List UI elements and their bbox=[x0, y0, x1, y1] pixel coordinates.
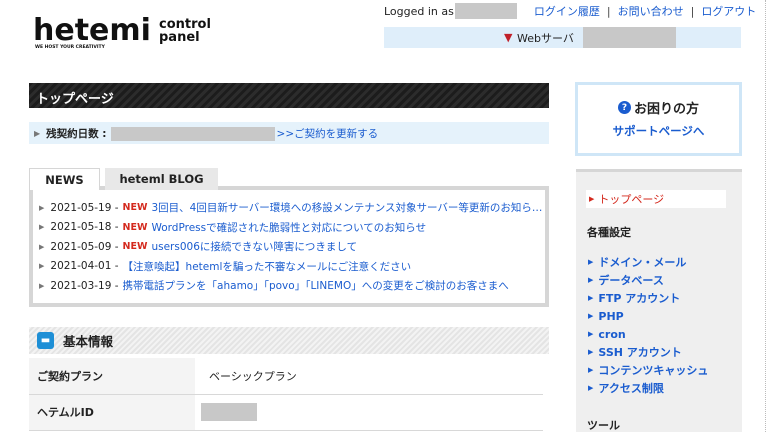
heteml-id-value bbox=[195, 394, 543, 431]
redacted-heteml-id bbox=[201, 403, 257, 421]
triangle-right-icon: ▶ bbox=[39, 242, 45, 251]
logged-in-label: Logged in as bbox=[384, 4, 454, 18]
login-history-link[interactable]: ログイン履歴 bbox=[534, 3, 600, 19]
tab-news[interactable]: NEWS bbox=[29, 168, 100, 191]
sidebar-item-label: FTP アカウント bbox=[598, 292, 681, 305]
section-settings: 各種設定 bbox=[587, 226, 631, 239]
triangle-right-icon: ▶ bbox=[39, 262, 45, 271]
triangle-right-icon: ▶ bbox=[34, 129, 41, 138]
news-item[interactable]: ▶ 2021-05-18 - NEW WordPressで確認された脆弱性と対応… bbox=[39, 218, 545, 238]
triangle-right-icon: ▶ bbox=[588, 384, 594, 392]
window-edge bbox=[765, 0, 766, 432]
news-title-link[interactable]: 携帯電話プランを「ahamo」「povo」「LINEMO」への変更をご検討のお客… bbox=[123, 278, 509, 293]
sidebar-item-domain-mail[interactable]: ▶ ドメイン・メール bbox=[588, 253, 742, 271]
basic-info-title: 基本情報 bbox=[63, 334, 114, 349]
sidebar-item-php[interactable]: ▶ PHP bbox=[588, 307, 742, 325]
server-bar: ▼ Webサーバ bbox=[384, 27, 741, 48]
basic-info-table: ご契約プラン ベーシックプラン ヘテムルID bbox=[29, 358, 543, 431]
help-title: お困りの方 bbox=[633, 102, 699, 117]
remaining-days-bar: ▶ 残契約日数 : >>ご契約を更新する bbox=[29, 122, 549, 144]
logo-tagline: WE HOST YOUR CREATIVITY bbox=[35, 44, 106, 50]
news-date: 2021-05-19 - bbox=[50, 201, 119, 214]
new-badge: NEW bbox=[122, 241, 148, 253]
basic-info-header: ▬ 基本情報 bbox=[29, 327, 549, 354]
contract-plan-value: ベーシックプラン bbox=[195, 358, 543, 395]
sidebar-item-ssh[interactable]: ▶ SSH アカウント bbox=[588, 343, 742, 361]
news-item[interactable]: ▶ 2021-05-19 - NEW 3回目、4回目新サーバー環境への移設メンテ… bbox=[39, 198, 545, 218]
header-links: Logged in as ログイン履歴 | お問い合わせ | ログアウト bbox=[384, 3, 756, 19]
news-title-link[interactable]: 3回目、4回目新サーバー環境への移設メンテナンス対象サーバー等更新のお知ら… bbox=[151, 200, 542, 215]
sidebar-item-label: データベース bbox=[598, 274, 664, 287]
triangle-right-icon: ▶ bbox=[588, 348, 594, 356]
logo-panel: panel bbox=[159, 30, 200, 45]
sidebar-item-database[interactable]: ▶ データベース bbox=[588, 271, 742, 289]
news-date: 2021-04-01 - bbox=[50, 260, 119, 273]
news-item[interactable]: ▶ 2021-04-01 - 【注意喚起】hetemlを騙った不審なメールにご注… bbox=[39, 257, 545, 277]
server-label: Webサーバ bbox=[517, 32, 574, 45]
triangle-right-icon: ▶ bbox=[588, 276, 594, 284]
sidebar-item-label: ドメイン・メール bbox=[598, 256, 687, 269]
sidebar-item-access-control[interactable]: ▶ アクセス制限 bbox=[588, 379, 742, 397]
chat-bubble-icon: ▬ bbox=[37, 332, 54, 349]
renew-contract-link[interactable]: >>ご契約を更新する bbox=[277, 126, 379, 141]
support-page-link[interactable]: サポートページへ bbox=[578, 123, 739, 139]
news-date: 2021-05-09 - bbox=[50, 240, 119, 253]
hetemi-logo[interactable]: hetemi WE HOST YOUR CREATIVITY control p… bbox=[33, 14, 248, 50]
help-box: ? お困りの方 サポートページへ bbox=[575, 82, 742, 156]
flag-icon: ▼ bbox=[504, 31, 513, 44]
settings-menu: ▶ ドメイン・メール ▶ データベース ▶ FTP アカウント ▶ PHP ▶ cron … bbox=[588, 253, 742, 397]
triangle-right-icon: ▶ bbox=[589, 195, 595, 203]
sidebar-item-label: cron bbox=[598, 327, 626, 341]
sidebar: ▶ トップページ 各種設定 ▶ ドメイン・メール ▶ データベース ▶ FTP アカウ… bbox=[576, 169, 742, 432]
sidebar-item-ftp[interactable]: ▶ FTP アカウント bbox=[588, 289, 742, 307]
contract-plan-label: ご契約プラン bbox=[29, 358, 195, 395]
separator: | bbox=[690, 4, 695, 18]
sidebar-item-label: トップページ bbox=[598, 193, 665, 206]
remaining-days-label: 残契約日数 : bbox=[46, 128, 107, 140]
new-badge: NEW bbox=[122, 221, 148, 233]
heteml-id-label: ヘテムルID bbox=[29, 394, 195, 431]
triangle-right-icon: ▶ bbox=[588, 258, 594, 266]
triangle-right-icon: ▶ bbox=[39, 281, 45, 290]
triangle-right-icon: ▶ bbox=[588, 312, 594, 320]
sidebar-item-content-cache[interactable]: ▶ コンテンツキャッシュ bbox=[588, 361, 742, 379]
table-row: ご契約プラン ベーシックプラン bbox=[29, 358, 543, 395]
page-title: トップページ bbox=[29, 83, 549, 108]
triangle-right-icon: ▶ bbox=[39, 223, 45, 232]
sidebar-item-label: PHP bbox=[598, 309, 624, 323]
news-date: 2021-03-19 - bbox=[50, 279, 119, 292]
sidebar-item-label: コンテンツキャッシュ bbox=[598, 364, 709, 377]
question-icon: ? bbox=[617, 101, 631, 114]
news-date: 2021-05-18 - bbox=[50, 221, 119, 234]
news-tabs: NEWS heteml BLOG bbox=[29, 165, 549, 191]
redacted-username bbox=[454, 3, 517, 19]
triangle-right-icon: ▶ bbox=[588, 294, 594, 302]
news-title-link[interactable]: 【注意喚起】hetemlを騙った不審なメールにご注意ください bbox=[123, 259, 412, 274]
news-title-link[interactable]: WordPressで確認された脆弱性と対応についてのお知らせ bbox=[151, 220, 426, 235]
help-title-row: ? お困りの方 bbox=[578, 98, 739, 117]
triangle-right-icon: ▶ bbox=[39, 203, 45, 212]
new-badge: NEW bbox=[122, 202, 148, 214]
sidebar-item-top[interactable]: ▶ トップページ bbox=[586, 190, 726, 208]
sidebar-item-cron[interactable]: ▶ cron bbox=[588, 325, 742, 343]
news-item[interactable]: ▶ 2021-05-09 - NEW users006に接続できない障害につきま… bbox=[39, 237, 545, 257]
tab-heteml-blog[interactable]: heteml BLOG bbox=[105, 168, 218, 190]
redacted-remaining-days bbox=[110, 126, 275, 141]
redacted-server-name bbox=[583, 27, 676, 48]
section-tools: ツール bbox=[587, 419, 620, 432]
sidebar-item-label: アクセス制限 bbox=[598, 382, 664, 395]
news-title-link[interactable]: users006に接続できない障害につきまして bbox=[151, 239, 357, 254]
sidebar-item-label: SSH アカウント bbox=[598, 346, 682, 359]
news-list: ▶ 2021-05-19 - NEW 3回目、4回目新サーバー環境への移設メンテ… bbox=[29, 190, 549, 307]
contact-link[interactable]: お問い合わせ bbox=[618, 3, 684, 19]
table-row: ヘテムルID bbox=[29, 394, 543, 431]
separator: | bbox=[606, 4, 611, 18]
news-item[interactable]: ▶ 2021-03-19 - 携帯電話プランを「ahamo」「povo」「LIN… bbox=[39, 276, 545, 296]
logo-wordmark: hetemi bbox=[33, 14, 151, 48]
triangle-right-icon: ▶ bbox=[588, 330, 594, 338]
logout-link[interactable]: ログアウト bbox=[701, 3, 756, 19]
triangle-right-icon: ▶ bbox=[588, 366, 594, 374]
